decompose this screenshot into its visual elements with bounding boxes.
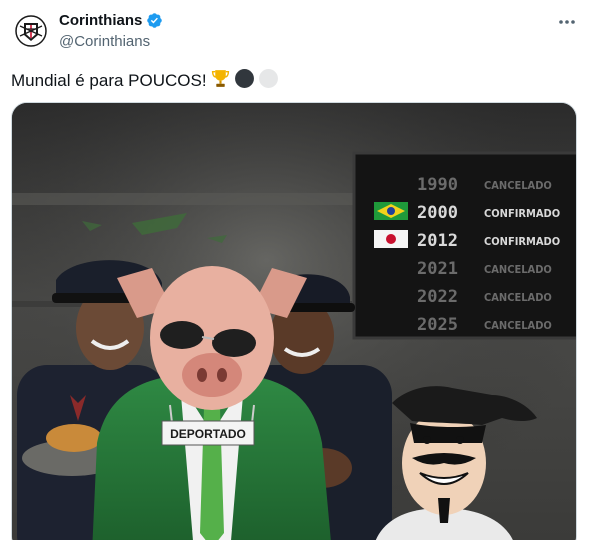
tweet-text-body: Mundial é para POUCOS!	[11, 71, 207, 90]
flight-board: 1990 CANCELADO 2000 CONFIRMADO 2012 CONFIRMAD…	[352, 151, 576, 340]
tweet-text: Mundial é para POUCOS!	[11, 68, 279, 94]
board-year: 1990	[417, 175, 458, 195]
tweet-header: Corinthians @Corinthians	[0, 0, 597, 60]
board-year: 2012	[417, 231, 458, 251]
board-status: CANCELADO	[484, 263, 552, 276]
deportado-sign: DEPORTADO	[170, 427, 246, 441]
account-handle[interactable]: @Corinthians	[59, 33, 150, 50]
tweet-media-image[interactable]: 1990 CANCELADO 2000 CONFIRMADO 2012 CONFIRMAD…	[11, 102, 577, 540]
display-name[interactable]: Corinthians	[59, 12, 142, 29]
verified-badge-icon	[147, 13, 163, 28]
avatar[interactable]	[11, 11, 51, 51]
white-circle-icon	[258, 68, 279, 94]
board-year: 2000	[417, 203, 458, 223]
trophy-icon	[210, 68, 231, 94]
board-year: 2021	[417, 259, 458, 279]
board-year: 2022	[417, 287, 458, 307]
board-year: 2025	[417, 315, 458, 335]
board-status: CANCELADO	[484, 291, 552, 304]
board-status: CANCELADO	[484, 179, 552, 192]
board-status: CANCELADO	[484, 319, 552, 332]
more-options-icon[interactable]	[555, 12, 579, 32]
black-circle-icon	[234, 68, 255, 94]
board-status: CONFIRMADO	[484, 235, 560, 248]
board-status: CONFIRMADO	[484, 207, 560, 220]
name-row: Corinthians	[59, 12, 163, 29]
corinthians-crest-icon	[15, 15, 47, 47]
